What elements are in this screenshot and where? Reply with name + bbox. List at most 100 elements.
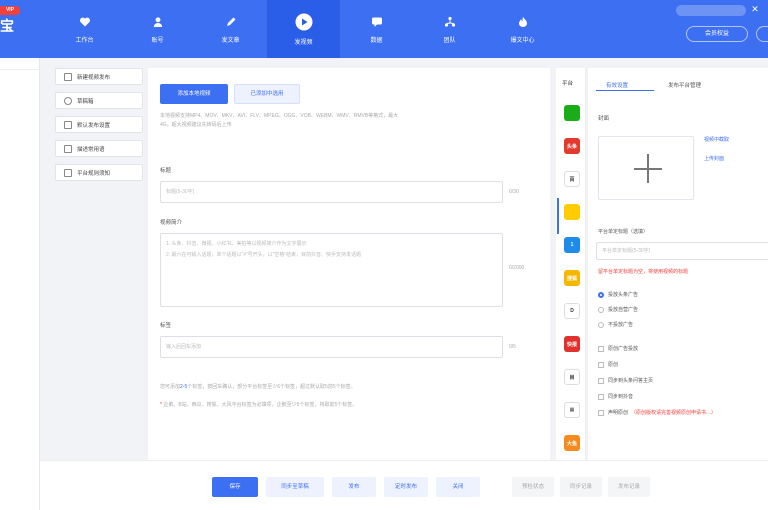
footer-bar: 保存 同步至草稿 发布 定时发布 关闭 预检状态 同步记录 发布记录 — [40, 460, 768, 510]
rules-icon — [64, 168, 72, 177]
fire-icon — [516, 15, 530, 29]
radio-button[interactable] — [598, 291, 604, 298]
option-label: 同步到头条问答主页 — [608, 378, 654, 384]
close-icon[interactable]: ✕ — [750, 4, 760, 14]
option-label: 不投放广告 — [608, 322, 634, 328]
settings-icon — [64, 120, 72, 129]
nav-team[interactable]: 团队 — [413, 0, 486, 58]
title-label: 标题 — [160, 168, 172, 174]
title-input[interactable]: 标题(5-30字) — [160, 181, 503, 203]
platform-sohu-icon[interactable]: 搜狐 — [564, 270, 580, 286]
description-counter: 0/2000 — [509, 265, 525, 271]
active-indicator — [557, 198, 559, 234]
custom-title-input[interactable]: 平台单定标题(5-30字) — [596, 242, 768, 260]
member-button[interactable]: 会员权益 — [686, 26, 748, 42]
checkbox-option[interactable]: 同步到头条问答主页 — [598, 377, 653, 384]
team-icon — [443, 15, 457, 29]
option-label: 声明原创 — [608, 410, 629, 416]
description-placeholder-2: 2. 最六在可输入话题，单个话题以“#”号开头，以“空格”结束，目前抖音、快手支… — [166, 252, 362, 258]
platform-aiqiyi-icon[interactable]: 目 — [564, 369, 580, 385]
ad-option[interactable]: 投放头条广告 — [598, 291, 638, 298]
select-from-library-button[interactable]: 已添加中选用 — [234, 84, 300, 104]
publish-record-button[interactable]: 发布记录 — [608, 477, 650, 497]
publish-button[interactable]: 发布 — [332, 477, 376, 497]
required-mark: * — [160, 402, 162, 408]
new-icon — [64, 72, 72, 81]
checkbox[interactable] — [598, 345, 604, 352]
extra-button[interactable] — [756, 26, 768, 42]
platform-multi-icon[interactable]: ▦ — [564, 402, 580, 418]
close-button[interactable]: 关闭 — [436, 477, 480, 497]
platform-kuaishou-icon[interactable] — [564, 204, 580, 220]
platform-yidian-icon[interactable]: 1 — [564, 237, 580, 253]
nav-workbench[interactable]: 工作台 — [48, 0, 121, 58]
common-phrases-button[interactable]: 描述常用语 — [55, 140, 143, 157]
nav-label: 工作台 — [75, 37, 94, 44]
default-settings-button[interactable]: 默认发布设置 — [55, 116, 143, 133]
option-label: 投放头条广告 — [608, 292, 639, 298]
tab-video-settings[interactable]: 有效设置 — [606, 81, 628, 89]
platform-title: 平台 — [562, 81, 574, 87]
tags-required-hint: * 企鹅、B站、西瓜、搜狐、大风平台标签为必填项，企鹅至少5个标签，将取前5个标… — [160, 401, 357, 408]
sync-draft-button[interactable]: 同步至草稿 — [266, 477, 324, 497]
draft-icon — [64, 96, 72, 105]
description-placeholder-1: 1. 头条、抖音、微视、小红书、美拍等以视频简介作为文字展示 — [166, 241, 307, 247]
draft-box-button[interactable]: 草稿箱 — [55, 92, 143, 109]
radio-button[interactable] — [598, 306, 604, 313]
top-search-input[interactable] — [676, 5, 746, 16]
tags-hint-post: 个标签，按回车确认，部分平台标签至少6个标签，超过默认取5前5个标签。 — [187, 384, 356, 390]
pen-icon — [224, 15, 238, 29]
tool-panel: 新建视频发布 草稿箱 默认发布设置 描述常用语 平台规则须知 — [55, 68, 143, 188]
cover-upload-box[interactable] — [598, 136, 694, 200]
nav-article[interactable]: 发文章 — [194, 0, 267, 58]
upload-cover-link[interactable]: 上传封面 — [704, 155, 724, 162]
platform-rules-button[interactable]: 平台规则须知 — [55, 164, 143, 181]
nav-data[interactable]: 数据 — [340, 0, 413, 58]
platform-list: 平台 头条百 1 搜狐 D 快报目 ▦ 大鱼 — [556, 68, 586, 460]
capture-cover-link[interactable]: 视频中截取 — [704, 136, 729, 143]
tags-label: 标签 — [160, 323, 172, 329]
checkbox-option[interactable]: 原创 — [598, 361, 618, 368]
tool-label: 平台规则须知 — [77, 170, 111, 177]
vip-badge: VIP — [0, 6, 20, 15]
settings-panel: 有效设置 发布平台管理 封面 视频中截取 上传封面 平台单定标题（选填） 平台单… — [588, 68, 768, 460]
tool-label: 描述常用语 — [77, 146, 105, 153]
description-textarea[interactable]: 1. 头条、抖音、微视、小红书、美拍等以视频简介作为文字展示 2. 最六在可输入… — [160, 233, 503, 307]
checkbox-option[interactable]: 声明原创 （原创版权请完善视频原创申请书…） — [598, 409, 716, 416]
radio-button[interactable] — [598, 321, 604, 328]
option-label: 同步到抖音 — [608, 394, 634, 400]
tool-label: 新建视频发布 — [77, 74, 111, 81]
checkbox[interactable] — [598, 409, 604, 416]
platform-baijiahao-icon[interactable]: 百 — [564, 171, 580, 187]
tab-publish-management[interactable]: 发布平台管理 — [668, 81, 701, 89]
new-video-post-button[interactable]: 新建视频发布 — [55, 68, 143, 85]
nav-hot-center[interactable]: 爆文中心 — [486, 0, 559, 58]
tab-underline — [596, 90, 654, 91]
format-hint-2: 4G，超大视频建议先转码后上传 — [160, 122, 232, 128]
save-button[interactable]: 保存 — [212, 477, 258, 497]
tags-input[interactable]: 输入后回车添加 — [160, 336, 503, 358]
nav-account[interactable]: 账号 — [121, 0, 194, 58]
checkbox-option[interactable]: 同步到抖音 — [598, 393, 633, 400]
tags-counter: 0/5 — [509, 344, 516, 350]
ad-option[interactable]: 投放自营广告 — [598, 306, 638, 313]
add-local-video-button[interactable]: 添加本地视频 — [160, 84, 228, 104]
checkbox[interactable] — [598, 393, 604, 400]
checkbox[interactable] — [598, 377, 604, 384]
ad-option[interactable]: 不投放广告 — [598, 321, 633, 328]
platform-dayu-icon[interactable]: 大鱼 — [564, 435, 580, 451]
schedule-publish-button[interactable]: 定时发布 — [384, 477, 428, 497]
checkbox-option[interactable]: 原创广告投放 — [598, 345, 638, 352]
nav-video[interactable]: 发视频 — [267, 0, 340, 58]
platform-weibo-icon[interactable]: D — [564, 303, 580, 319]
platform-toutiao-icon[interactable]: 头条 — [564, 138, 580, 154]
platform-kuaibao-icon[interactable]: 快报 — [564, 336, 580, 352]
preview-status-button[interactable]: 预检状态 — [512, 477, 554, 497]
platform-wechat-icon[interactable] — [564, 105, 580, 121]
app-logo[interactable]: 宝 — [0, 16, 14, 36]
sidebar-item[interactable] — [0, 58, 40, 70]
checkbox[interactable] — [598, 361, 604, 368]
nav-label: 发视频 — [294, 39, 313, 46]
chat-icon — [370, 15, 384, 29]
sync-record-button[interactable]: 同步记录 — [560, 477, 602, 497]
